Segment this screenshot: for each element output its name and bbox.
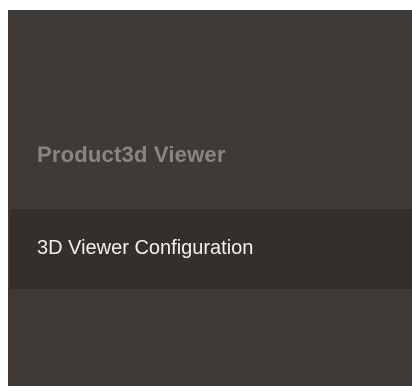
submenu-item-label: 3D Viewer Configuration [37, 237, 254, 259]
admin-submenu-panel: Product3d Viewer 3D Viewer Configuration [8, 10, 412, 386]
submenu-item-3d-viewer-configuration[interactable]: 3D Viewer Configuration [10, 209, 412, 289]
submenu-section-title: Product3d Viewer [37, 142, 226, 167]
